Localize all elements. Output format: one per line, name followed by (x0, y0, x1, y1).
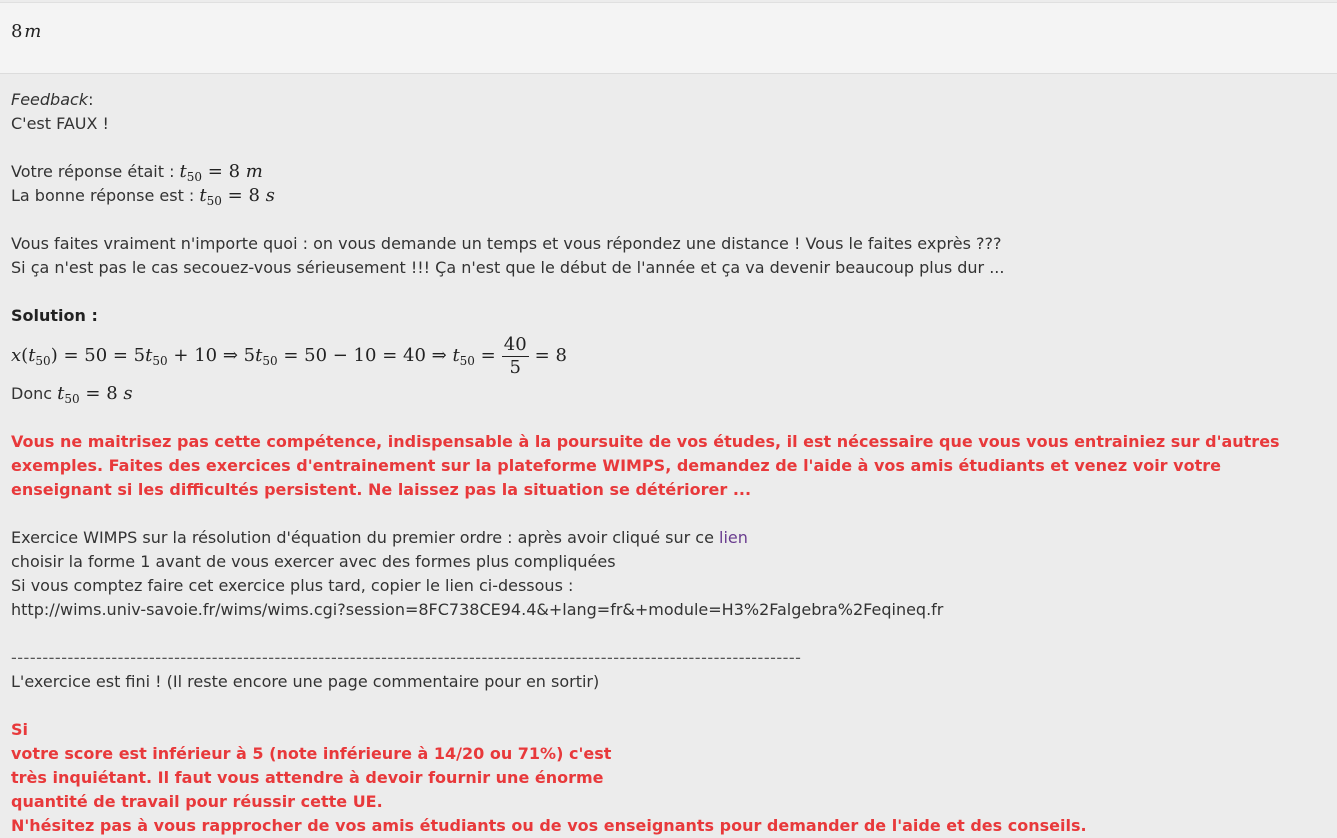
answer-display-box: 8 m (0, 2, 1337, 74)
exercise-line-1: Exercice WIMPS sur la résolution d'équat… (11, 526, 1327, 550)
dashed-divider: ----------------------------------------… (11, 648, 802, 667)
exercise-line-2: choisir la forme 1 avant de vous exercer… (11, 552, 616, 571)
var-subscript: 50 (459, 354, 475, 368)
score-warning-line-2: votre score est inférieur à 5 (note infé… (11, 744, 612, 763)
answer-number: 8 (11, 21, 23, 42)
var-subscript: 50 (64, 392, 80, 406)
answer-value: 8 m (11, 21, 41, 42)
var-subscript: 50 (35, 354, 51, 368)
correct-answer-unit: s (265, 185, 275, 206)
correct-answer-value: 8 (248, 185, 260, 206)
fraction: 40 5 (501, 333, 529, 379)
exercise-url: http://wims.univ-savoie.fr/wims/wims.cgi… (11, 600, 944, 619)
correct-answer-line: La bonne réponse est : t50 = 8 s (11, 184, 1327, 208)
feedback-header: Feedback: (11, 88, 1327, 112)
fraction-denominator: 5 (509, 356, 521, 378)
var-t: t (452, 345, 460, 366)
solution-title: Solution : (11, 306, 98, 325)
score-warning-line-5: N'hésitez pas à vous rapprocher de vos a… (11, 816, 1087, 835)
your-answer-math: t50 = 8 m (179, 161, 263, 184)
solution-equation: x(t50) = 50 = 5 t50 + 10 ⇒ 5 t50 = 50 − … (11, 330, 1327, 382)
score-warning-line-3: très inquiétant. Il faut vous attendre à… (11, 768, 604, 787)
answer-unit: m (24, 21, 42, 42)
var-t: t (199, 185, 207, 206)
var-t: t (179, 161, 187, 182)
feedback-verdict: C'est FAUX ! (11, 114, 109, 133)
var-subscript: 50 (206, 194, 222, 208)
eq-x: x(t50) (11, 345, 64, 368)
donc-line: Donc t50 = 8 s (11, 382, 1327, 406)
your-answer-prefix: Votre réponse était : (11, 162, 180, 181)
your-answer-line: Votre réponse était : t50 = 8 m (11, 160, 1327, 184)
eq-t50-b: t50 (255, 344, 283, 368)
eq-t50-a: t50 (145, 344, 173, 368)
feedback-label: Feedback (11, 90, 89, 109)
feedback-content: Feedback: C'est FAUX ! Votre réponse éta… (11, 88, 1327, 838)
donc-prefix: Donc (11, 384, 58, 403)
exercise-link[interactable]: lien (719, 528, 748, 547)
score-warning-line-1: Si (11, 720, 29, 739)
eq-part-1: = 50 = 5 (63, 345, 146, 366)
your-answer-value: 8 (228, 161, 241, 182)
warning-text: Vous ne maitrisez pas cette compétence, … (11, 432, 1280, 499)
var-subscript: 50 (262, 354, 278, 368)
exercise-line-3: Si vous comptez faire cet exercice plus … (11, 576, 574, 595)
donc-math: t50 = 8 s (57, 383, 133, 406)
correct-answer-math: t50 = 8 s (199, 185, 275, 208)
eq-part-2: + 10 ⇒ 5 (173, 345, 256, 366)
eq-part-3: = 50 − 10 = 40 ⇒ (283, 345, 447, 366)
correct-answer-prefix: La bonne réponse est : (11, 186, 200, 205)
fraction-numerator: 40 (501, 333, 529, 357)
exercise-finished: L'exercice est fini ! (Il reste encore u… (11, 672, 600, 691)
feedback-colon: : (88, 90, 94, 109)
score-warning-line-4: quantité de travail pour réussir cette U… (11, 792, 383, 811)
var-subscript: 50 (152, 354, 168, 368)
eq-part-4: = 8 (534, 345, 567, 366)
eq-t50-c: t50 = (452, 345, 496, 368)
donc-value: = 8 (85, 383, 118, 404)
var-subscript: 50 (186, 170, 203, 184)
your-answer-unit: m (245, 161, 263, 182)
comment-line-1: Vous faites vraiment n'importe quoi : on… (11, 234, 1002, 253)
comment-line-2: Si ça n'est pas le cas secouez-vous séri… (11, 258, 1005, 277)
donc-unit: s (123, 383, 133, 404)
exercise-line-1-text: Exercice WIMPS sur la résolution d'équat… (11, 528, 720, 547)
